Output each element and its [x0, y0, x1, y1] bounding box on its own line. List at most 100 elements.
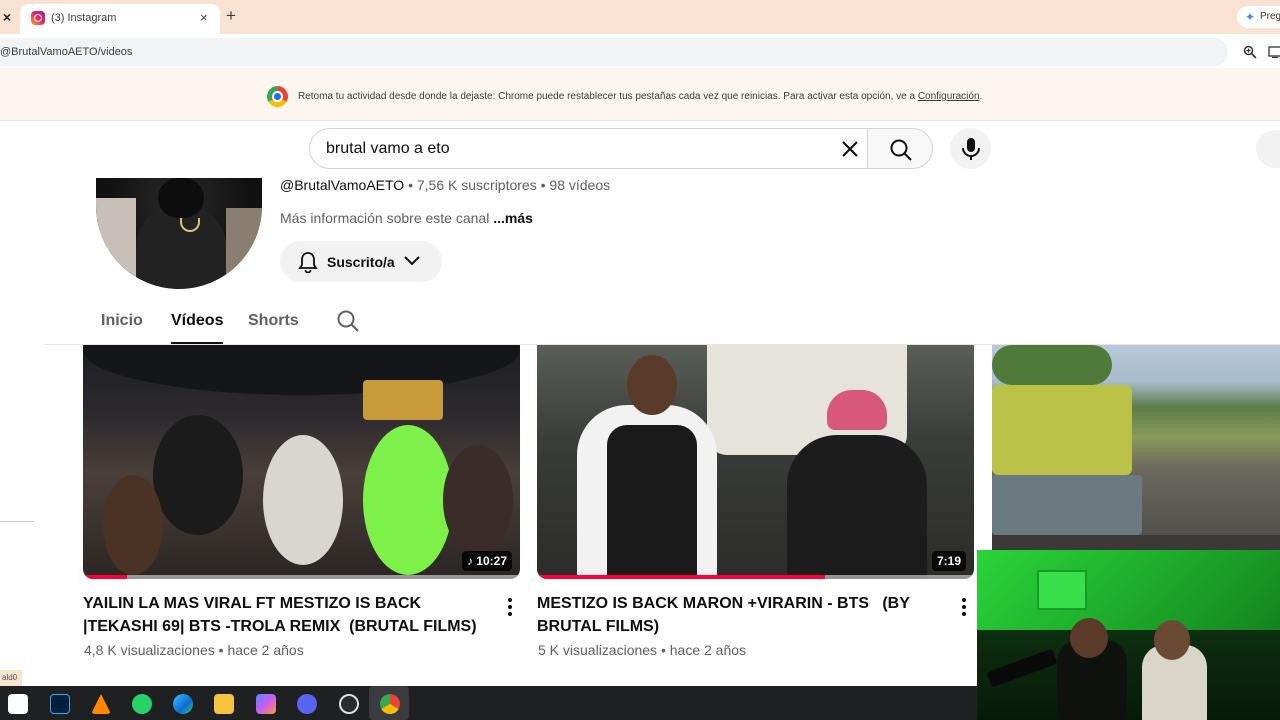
thumb-person [103, 475, 163, 575]
meta-separator: • [214, 642, 228, 658]
thumb-sign [363, 380, 443, 420]
browser-tab-instagram[interactable]: (3) Instagram × [20, 4, 220, 34]
clear-search-icon[interactable] [838, 137, 862, 161]
gemini-label: Preg [1260, 11, 1280, 22]
thumb-building [992, 385, 1132, 475]
photoshop-icon[interactable] [50, 694, 70, 714]
create-button[interactable] [1256, 130, 1280, 168]
zoom-icon[interactable] [1243, 45, 1257, 59]
url-text: @BrutalVamoAETO/videos [0, 46, 133, 58]
search-icon [890, 139, 912, 161]
copilot-icon[interactable] [256, 694, 276, 714]
channel-description[interactable]: Más información sobre este canal ...más [280, 210, 533, 226]
gemini-button[interactable]: ✦ Preg [1237, 6, 1280, 28]
tab-home[interactable]: Inicio [101, 312, 143, 330]
thumb-person [263, 435, 343, 565]
channel-search-icon[interactable] [336, 309, 360, 333]
tab-shorts[interactable]: Shorts [248, 312, 299, 330]
video-duration: 7:19 [931, 551, 966, 571]
omnibox[interactable]: @BrutalVamoAETO/videos [0, 38, 1228, 66]
address-bar: @BrutalVamoAETO/videos [0, 34, 1280, 68]
capcut-icon[interactable] [8, 694, 28, 714]
thumb-sky [83, 345, 520, 395]
channel-meta: @BrutalVamoAETO • 7,56 K suscriptores • … [280, 177, 610, 193]
shorts-music-icon: ♪ [466, 554, 477, 568]
meta-separator: • [657, 642, 670, 658]
video-title[interactable]: YAILIN LA MAS VIRAL FT MESTIZO IS BACK |… [83, 592, 493, 638]
avatar-mask [158, 178, 204, 218]
new-tab-button[interactable]: + [226, 6, 236, 26]
video-thumbnail[interactable]: ♪ 10:27 [83, 345, 520, 579]
webcam-window [1037, 570, 1087, 610]
thumb-trees [992, 345, 1112, 385]
avatar-bg-right [226, 208, 262, 289]
meta-separator: • [536, 177, 550, 193]
chrome-logo-icon [267, 86, 288, 107]
thumb-cap [827, 390, 887, 430]
watch-progress-fill [537, 575, 826, 579]
thumb-person-black [787, 435, 927, 579]
microphone-icon [962, 138, 980, 160]
chrome-icon[interactable] [380, 694, 400, 714]
subscriber-count: 7,56 K suscriptores [416, 177, 537, 193]
subscribed-label: Suscrito/a [327, 254, 395, 270]
tab-title: (3) Instagram [51, 12, 117, 24]
about-text: Más información sobre este canal [280, 210, 494, 226]
search-button[interactable] [867, 128, 933, 169]
vlc-icon[interactable] [91, 694, 111, 714]
watch-progress [537, 575, 974, 579]
duration-text: 10:27 [476, 554, 507, 568]
more-link[interactable]: ...más [493, 210, 533, 226]
thumb-person [153, 415, 243, 535]
thumb-person-green-hair [363, 425, 453, 575]
thumb-street [992, 535, 1280, 550]
thumb-vest [607, 425, 697, 575]
upload-age: hace 2 años [669, 642, 747, 658]
thumb-person [443, 445, 513, 555]
thumb-roof [992, 475, 1142, 535]
view-count: 4,8 K visualizaciones [84, 642, 215, 658]
tab-videos[interactable]: Vídeos [171, 312, 223, 330]
meta-separator: • [404, 177, 417, 193]
cast-icon[interactable] [1268, 46, 1280, 58]
infobar-message: Retoma tu actividad desde donde la dejas… [298, 91, 982, 102]
subscribed-button[interactable]: Suscrito/a [280, 241, 442, 282]
view-count: 5 K visualizaciones [538, 642, 658, 658]
search-box [309, 128, 867, 169]
video-title[interactable]: MESTIZO IS BACK MARON +VIRARIN - BTS (BY… [537, 592, 947, 638]
status-label: ald0 [0, 670, 22, 686]
browser-tab-strip: × (3) Instagram × + ✦ Preg [0, 0, 1280, 34]
video-duration: ♪ 10:27 [461, 551, 512, 571]
whatsapp-icon[interactable] [132, 694, 152, 714]
video-meta: 5 K visualizaciones • hace 2 años [538, 642, 746, 658]
infobar-text: Retoma tu actividad desde donde la dejas… [298, 91, 918, 102]
discord-icon[interactable] [297, 694, 317, 714]
avatar-bg-left [96, 198, 136, 288]
taskbar [0, 686, 977, 720]
webcam-overlay [977, 550, 1280, 720]
bell-icon [298, 252, 318, 273]
settings-link[interactable]: Configuración [918, 91, 980, 102]
gemini-sparkle-icon: ✦ [1245, 10, 1256, 24]
more-actions-icon[interactable] [506, 597, 514, 617]
tab-close-icon[interactable]: × [200, 10, 208, 25]
thumb-head [627, 355, 677, 415]
channel-avatar[interactable] [96, 178, 262, 289]
file-explorer-icon[interactable] [214, 694, 234, 714]
video-thumbnail[interactable]: 7:19 [537, 345, 974, 579]
obs-icon[interactable] [339, 694, 359, 714]
sidebar-divider [0, 521, 34, 522]
edge-icon[interactable] [173, 694, 193, 714]
voice-search-button[interactable] [950, 128, 991, 169]
infobar-suffix: . [979, 91, 983, 102]
video-meta: 4,8 K visualizaciones • hace 2 años [84, 642, 304, 658]
video-thumbnail[interactable] [992, 345, 1280, 550]
chevron-down-icon [404, 256, 420, 266]
more-actions-icon[interactable] [960, 597, 968, 617]
webcam-head-right [1154, 620, 1190, 660]
channel-handle: @BrutalVamoAETO [280, 177, 405, 193]
restore-tabs-infobar: Retoma tu actividad desde donde la dejas… [0, 68, 1280, 121]
search-input[interactable] [326, 140, 826, 158]
webcam-head-left [1070, 618, 1108, 658]
left-tab-close-icon[interactable]: × [0, 8, 14, 26]
